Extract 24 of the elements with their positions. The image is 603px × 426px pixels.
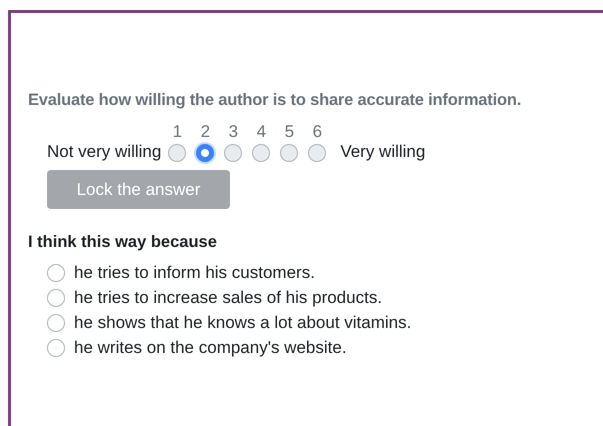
option-radio[interactable] [47,288,65,306]
option-label: he shows that he knows a lot about vitamins. [74,312,412,332]
option-label: he tries to increase sales of his products. [74,288,382,308]
option-label: he writes on the company's website. [74,338,347,358]
scale-high-label: Very willing [340,142,426,162]
option-radio[interactable] [47,338,65,356]
scale-radio[interactable] [224,144,242,162]
scale-number: 6 [312,122,322,141]
scale-low-label: Not very willing [47,142,162,162]
option-radio[interactable] [47,264,65,282]
scale-number: 5 [284,122,294,141]
scale-radio[interactable] [196,144,214,162]
scale-number: 3 [228,122,238,141]
option-label: he tries to inform his customers. [74,262,315,282]
scale-radio[interactable] [168,144,186,162]
scale-radio[interactable] [308,144,326,162]
scale-number: 2 [200,122,210,141]
option-radio[interactable] [47,314,65,332]
scale-radio[interactable] [280,144,298,162]
scale-number: 4 [256,122,266,141]
scale-number: 1 [172,122,182,141]
scale-radio[interactable] [252,144,270,162]
reason-heading: I think this way because [28,232,218,253]
question-text: Evaluate how willing the author is to share accurate information. [28,90,522,111]
